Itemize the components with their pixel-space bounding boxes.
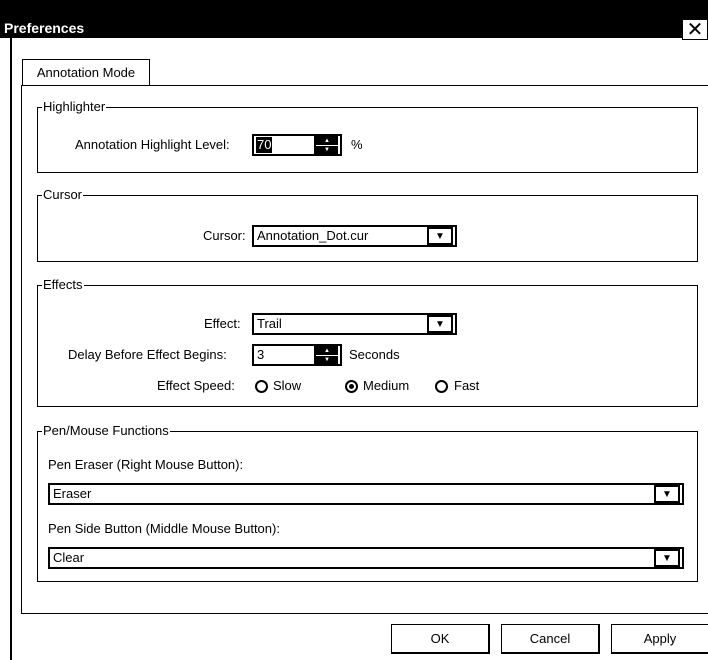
chevron-down-icon[interactable]: ▼ [427, 227, 453, 245]
spin-arrows-icon[interactable]: ▲ ▼ [314, 136, 338, 154]
highlight-level-value: 70 [256, 137, 273, 153]
pen-eraser-dropdown[interactable]: Eraser ▼ [48, 483, 684, 505]
speed-slow-radio[interactable] [255, 380, 268, 393]
close-button[interactable]: ✕ [682, 19, 708, 40]
speed-medium-label[interactable]: Medium [363, 378, 409, 394]
spin-up-icon[interactable]: ▲ [316, 346, 338, 355]
cancel-button[interactable]: Cancel [501, 624, 600, 654]
cursor-group: Cursor Cursor: Annotation_Dot.cur ▼ [37, 187, 698, 262]
effect-label: Effect: [204, 316, 241, 331]
ok-button[interactable]: OK [391, 624, 490, 654]
chevron-down-icon[interactable]: ▼ [654, 485, 680, 503]
delay-label: Delay Before Effect Begins: [68, 347, 227, 362]
effect-dropdown[interactable]: Trail ▼ [252, 313, 457, 335]
effect-value: Trail [257, 316, 282, 331]
chevron-down-icon[interactable]: ▼ [427, 315, 453, 333]
cursor-label: Cursor: [203, 228, 246, 243]
effect-speed-label: Effect Speed: [157, 378, 235, 393]
spin-down-icon[interactable]: ▼ [316, 145, 338, 154]
window-title: Preferences [4, 20, 85, 36]
spin-arrows-icon[interactable]: ▲ ▼ [314, 346, 338, 364]
cursor-dropdown[interactable]: Annotation_Dot.cur ▼ [252, 225, 457, 247]
speed-medium-radio[interactable] [345, 380, 358, 393]
pen-mouse-legend: Pen/Mouse Functions [42, 423, 170, 439]
cursor-legend: Cursor [42, 187, 84, 203]
spin-up-icon[interactable]: ▲ [316, 136, 338, 145]
highlighter-legend: Highlighter [42, 99, 107, 115]
pen-side-value: Clear [53, 550, 85, 565]
speed-fast-radio[interactable] [435, 380, 448, 393]
tab-pane: Highlighter Annotation Highlight Level: … [21, 85, 708, 614]
title-bar [0, 0, 708, 38]
cursor-value: Annotation_Dot.cur [257, 228, 369, 243]
pen-mouse-group: Pen/Mouse Functions Pen Eraser (Right Mo… [37, 423, 698, 582]
delay-unit: Seconds [349, 347, 400, 362]
pen-eraser-value: Eraser [53, 486, 92, 501]
pen-side-label: Pen Side Button (Middle Mouse Button): [48, 521, 280, 536]
effects-legend: Effects [42, 277, 84, 293]
highlight-level-label: Annotation Highlight Level: [75, 137, 230, 152]
highlight-unit: % [351, 137, 363, 152]
close-icon: ✕ [686, 18, 704, 41]
window-left-border [10, 38, 12, 660]
highlighter-group: Highlighter Annotation Highlight Level: … [37, 99, 698, 173]
speed-slow-label[interactable]: Slow [273, 378, 301, 394]
delay-stepper[interactable]: 3 ▲ ▼ [252, 344, 342, 366]
apply-button[interactable]: Apply [611, 624, 708, 654]
highlight-level-stepper[interactable]: 70 ▲ ▼ [252, 134, 342, 156]
chevron-down-icon[interactable]: ▼ [654, 549, 680, 567]
effects-group: Effects Effect: Trail ▼ Delay Before Eff… [37, 277, 698, 407]
spin-down-icon[interactable]: ▼ [316, 355, 338, 364]
speed-fast-label[interactable]: Fast [454, 378, 479, 394]
delay-value: 3 [257, 347, 265, 362]
pen-side-dropdown[interactable]: Clear ▼ [48, 547, 684, 569]
pen-eraser-label: Pen Eraser (Right Mouse Button): [48, 457, 244, 472]
tab-annotation-mode[interactable]: Annotation Mode [22, 59, 150, 86]
